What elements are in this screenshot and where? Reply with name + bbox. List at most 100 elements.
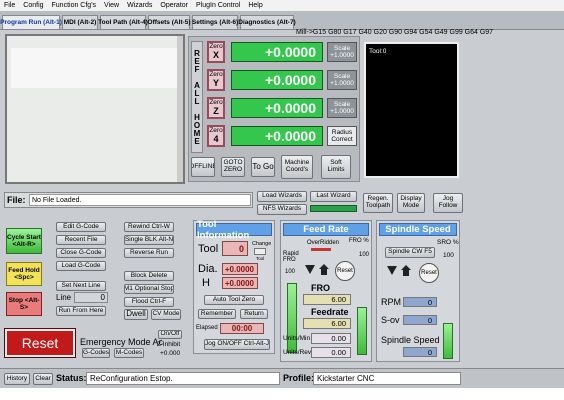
- flood-button[interactable]: Flood Ctrl-F: [124, 297, 174, 307]
- dro-4[interactable]: +0.0000: [231, 126, 323, 146]
- tool-info-panel: Tool Information Tool 0 Change Tool Dia.…: [193, 219, 275, 354]
- spindle-speed-slider[interactable]: [443, 323, 453, 359]
- stop-button[interactable]: Stop <Alt-S>: [6, 292, 42, 316]
- menu-operator[interactable]: Operator: [156, 2, 192, 9]
- line-number-field[interactable]: 0: [74, 292, 108, 303]
- units-rev-label: Units/Rev: [283, 349, 312, 356]
- scale-y[interactable]: Scale +1.0000: [327, 70, 357, 90]
- tab-mdi[interactable]: MDI (Alt-2): [62, 15, 98, 29]
- goto-zero-button[interactable]: GOTO ZERO: [221, 157, 245, 177]
- dro-x[interactable]: +0.0000: [231, 42, 323, 62]
- feed-hold-button[interactable]: Feed Hold <Spc>: [6, 262, 42, 286]
- menu-file[interactable]: File: [0, 2, 19, 9]
- zero-y-button[interactable]: Zero Y: [207, 69, 225, 91]
- spindle-down-icon[interactable]: [387, 266, 397, 276]
- soft-limits-button[interactable]: Soft Limits: [321, 155, 351, 179]
- feed-reset-button[interactable]: Reset: [335, 261, 355, 281]
- history-button[interactable]: History: [4, 373, 30, 385]
- tab-offsets[interactable]: Offsets (Alt-5): [148, 15, 191, 29]
- feedrate-slider[interactable]: [357, 307, 367, 355]
- load-gcode-button[interactable]: Load G-Code: [56, 261, 106, 271]
- return-button[interactable]: Return: [240, 309, 268, 319]
- dwell-button[interactable]: Dwell: [124, 309, 148, 320]
- remember-button[interactable]: Remember: [198, 309, 236, 319]
- load-wizards-button[interactable]: Load Wizards: [257, 191, 307, 202]
- zero-z-button[interactable]: Zero Z: [207, 97, 225, 119]
- menu-function-cfgs[interactable]: Function Cfg's: [48, 2, 101, 9]
- menu-plugin-control[interactable]: PlugIn Control: [192, 2, 244, 9]
- feed-home-icon[interactable]: [319, 264, 329, 275]
- menu-config[interactable]: Config: [19, 2, 47, 9]
- cycle-start-button[interactable]: Cycle Start <Alt-R>: [6, 228, 42, 254]
- menu-view[interactable]: View: [100, 2, 123, 9]
- jog-follow-button[interactable]: Jog Follow: [433, 193, 463, 213]
- change-tool-button[interactable]: [254, 248, 266, 255]
- gcodes-button[interactable]: G-Codes: [82, 348, 110, 358]
- diameter-field[interactable]: +0.0000: [222, 263, 258, 275]
- spindle-speed-value[interactable]: 0: [403, 347, 437, 357]
- jog-toggle-button[interactable]: Jog ON/OFF Ctrl-Alt-J: [204, 339, 270, 350]
- scale-label: Scale: [333, 44, 351, 52]
- change-tool-sublabel: Tool: [256, 256, 265, 261]
- scale-x[interactable]: Scale +1.0000: [327, 42, 357, 62]
- zero-4-button[interactable]: Zero 4: [207, 125, 225, 147]
- offline-button[interactable]: OFFLINE: [191, 157, 215, 177]
- close-gcode-button[interactable]: Close G-Code: [56, 248, 106, 258]
- toolpath-display[interactable]: Tool:0: [364, 42, 459, 178]
- zero-x-button[interactable]: Zero X: [207, 41, 225, 63]
- single-block-button[interactable]: Single BLK Alt-N: [124, 235, 174, 245]
- active-gcodes: Mill->G15 G80 G17 G40 G20 G90 G94 G54 G4…: [296, 29, 494, 36]
- cv-mode-button[interactable]: CV Mode: [151, 309, 181, 320]
- fro-value[interactable]: 6.00: [303, 294, 351, 305]
- feedrate-value[interactable]: 6.00: [303, 318, 351, 329]
- display-mode-button[interactable]: Display Mode: [397, 193, 425, 213]
- set-next-line-button[interactable]: Set Next Line: [56, 281, 106, 291]
- spindle-speed-label: Spindle Speed: [381, 335, 440, 345]
- status-message: ReConfiguration Estop.: [86, 372, 280, 385]
- tool-number-field[interactable]: 0: [222, 241, 248, 256]
- clear-button[interactable]: Clear: [33, 373, 53, 385]
- tab-settings[interactable]: Settings (Alt-6): [192, 15, 238, 29]
- block-delete-button[interactable]: Block Delete: [124, 271, 174, 281]
- spindle-cw-button[interactable]: Spindle CW F5: [385, 247, 435, 258]
- auto-tool-zero-button[interactable]: Auto Tool Zero: [204, 295, 264, 305]
- spindle-home-icon[interactable]: [401, 265, 411, 276]
- feed-down-icon[interactable]: [305, 265, 315, 275]
- nfs-wizards-button[interactable]: NFS Wizards: [257, 204, 307, 215]
- tab-program-run[interactable]: Program Run (Alt-1): [0, 15, 62, 29]
- wizard-status-bar: [310, 205, 357, 212]
- file-label: File:: [7, 195, 26, 205]
- tab-bar: Program Run (Alt-1) MDI (Alt-2) Tool Pat…: [0, 12, 564, 36]
- regen-toolpath-button[interactable]: Regen. Toolpath: [363, 193, 393, 213]
- spindle-reset-button[interactable]: Reset: [419, 263, 439, 283]
- radius-correct-button[interactable]: Radius Correct: [327, 126, 357, 146]
- dro-panel: REF ALL HOME Zero X +0.0000 Scale +1.0000 …: [188, 36, 360, 182]
- reset-button[interactable]: Reset: [4, 328, 76, 358]
- feed-rate-slider[interactable]: [287, 283, 297, 353]
- profile-label: Profile:: [283, 373, 315, 383]
- ref-all-home-button[interactable]: REF ALL HOME: [191, 41, 203, 153]
- reverse-run-button[interactable]: Reverse Run: [124, 248, 174, 258]
- menu-help[interactable]: Help: [244, 2, 266, 9]
- edit-gcode-button[interactable]: Edit G-Code: [56, 222, 106, 232]
- tab-diagnostics[interactable]: Diagnostics (Alt-7): [238, 15, 296, 29]
- last-wizard-button[interactable]: Last Wizard: [310, 191, 357, 202]
- gcode-scrollbar[interactable]: [177, 36, 183, 182]
- gcode-display[interactable]: [5, 34, 185, 184]
- height-field[interactable]: +0.0000: [222, 277, 258, 289]
- overridden-label: OverRidden: [307, 240, 340, 246]
- sov-value: 0: [403, 315, 437, 325]
- on-off-button[interactable]: On/Off: [158, 330, 182, 339]
- tab-tool-path[interactable]: Tool Path (Alt-4): [98, 15, 148, 29]
- recent-file-button[interactable]: Recent File: [56, 235, 106, 245]
- machine-coords-button[interactable]: Machine Coord's: [281, 155, 313, 179]
- scale-z[interactable]: Scale +1.0000: [327, 98, 357, 118]
- rewind-button[interactable]: Rewind Ctrl-W: [124, 222, 174, 232]
- dro-y[interactable]: +0.0000: [231, 70, 323, 90]
- run-from-here-button[interactable]: Run From Here: [56, 306, 106, 316]
- to-go-button[interactable]: To Go: [251, 157, 275, 177]
- optional-stop-button[interactable]: M1 Optional Stop: [124, 284, 174, 294]
- menu-wizards[interactable]: Wizards: [123, 2, 156, 9]
- mcodes-button[interactable]: M-Codes: [114, 348, 144, 358]
- dro-z[interactable]: +0.0000: [231, 98, 323, 118]
